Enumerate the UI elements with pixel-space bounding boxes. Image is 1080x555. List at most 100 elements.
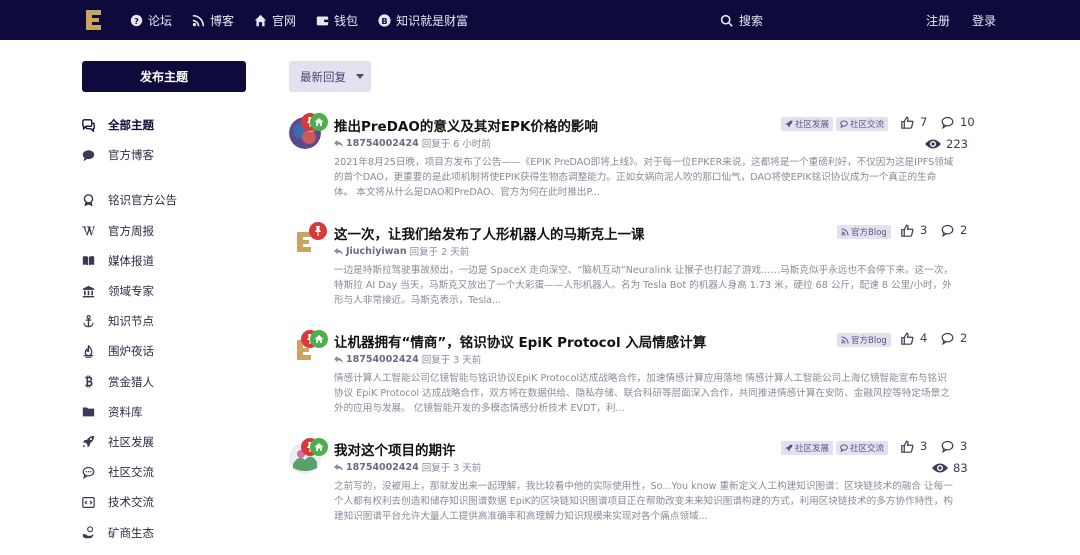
start-discussion-button[interactable]: 发布主题: [82, 61, 246, 92]
sidebar-item-label: 社区交流: [108, 465, 154, 480]
sidebar-item-label: 资料库: [108, 404, 143, 419]
tag-community-chat[interactable]: 社区交流: [836, 117, 889, 131]
tag-community-dev[interactable]: 社区发展: [781, 441, 834, 455]
rss-icon: [192, 14, 205, 26]
discussion-excerpt: 之前写的，没被用上，那就发出来一起理解，我比较看中他的实际使用性，So...Yo…: [334, 481, 953, 523]
discussion-user[interactable]: 18754002424: [346, 354, 419, 365]
rss-icon: [841, 228, 849, 236]
discussion-user[interactable]: 18754002424: [346, 138, 419, 149]
tag-official-blog[interactable]: 官方Blog: [837, 225, 891, 239]
discussion-title[interactable]: 我对这个项目的期许: [334, 439, 456, 459]
nav-forum[interactable]: ? 论坛: [130, 0, 172, 40]
nav-knowledge-wealth[interactable]: B 知识就是财富: [378, 0, 468, 40]
sidebar-item-library[interactable]: 资料库: [82, 397, 252, 427]
discussion-meta: Jiuchiyiwan 回复于 2 天前: [334, 244, 469, 258]
login-link[interactable]: 登录: [972, 12, 996, 29]
like-count[interactable]: 3: [901, 223, 927, 237]
sidebar-item-experts[interactable]: 领域专家: [82, 276, 252, 306]
top-navbar: ? 论坛 博客 官网 钱包 B 知识就是财富 搜索 注册 登录: [0, 0, 1080, 40]
tag-label: 社区发展: [795, 120, 830, 130]
primary-nav: ? 论坛 博客 官网 钱包 B 知识就是财富: [130, 0, 488, 40]
sidebar-item-announcements[interactable]: 铭识官方公告: [82, 185, 252, 215]
like-count[interactable]: 3: [901, 439, 927, 453]
tag-label: 社区发展: [795, 444, 830, 454]
nav-blog-label: 博客: [210, 13, 235, 28]
tag-official-blog[interactable]: 官方Blog: [837, 333, 891, 347]
nav-website[interactable]: 官网: [254, 0, 296, 40]
tag-label: 官方Blog: [851, 228, 887, 238]
home-icon: [314, 118, 324, 126]
sidebar-item-weekly[interactable]: 官方周报: [82, 216, 252, 246]
sidebar-item-label: 矿商生态: [108, 525, 154, 540]
sidebar-item-knowledge-nodes[interactable]: 知识节点: [82, 306, 252, 336]
discussion-title[interactable]: 推出PreDAO的意义及其对EPK价格的影响: [334, 115, 598, 135]
thumbtack-icon: [315, 226, 321, 236]
official-badge: [310, 113, 328, 131]
discussion-list-item[interactable]: 这一次，让我们给发布了人形机器人的马斯克上一课 Jiuchiyiwan 回复于 …: [289, 222, 979, 318]
sidebar-item-miners[interactable]: 矿商生态: [82, 517, 252, 547]
home-icon: [314, 335, 324, 343]
reply-count-value: 2: [960, 331, 968, 345]
reply-icon: [334, 139, 343, 147]
rocket-icon: [82, 436, 95, 448]
discussion-meta: 18754002424 回复于 6 小时前: [334, 136, 491, 150]
question-circle-icon: ?: [130, 14, 143, 26]
sidebar-item-community-dev[interactable]: 社区发展: [82, 427, 252, 457]
thumbs-up-icon: [901, 116, 914, 129]
sidebar-item-tech[interactable]: 技术交流: [82, 487, 252, 517]
sort-label: 最新回复: [300, 69, 346, 84]
epik-logo[interactable]: [84, 7, 104, 33]
sidebar-item-label: 领域专家: [108, 284, 154, 299]
tag-list: 社区发展 社区交流: [781, 441, 889, 455]
sort-dropdown[interactable]: 最新回复: [289, 61, 371, 92]
sidebar-item-fireside[interactable]: 围炉夜话: [82, 336, 252, 366]
reply-count-value: 2: [960, 223, 968, 237]
like-count[interactable]: 4: [901, 331, 927, 345]
tag-community-chat[interactable]: 社区交流: [836, 441, 889, 455]
comments-icon: [82, 118, 95, 132]
like-count-value: 3: [920, 439, 928, 453]
svg-text:B: B: [381, 15, 387, 25]
sidebar-item-label: 围炉夜话: [108, 344, 154, 359]
discussion-time: 回复于 3 天前: [421, 463, 482, 474]
search-label: 搜索: [739, 13, 764, 28]
comment-icon: [941, 224, 954, 237]
discussion-user[interactable]: 18754002424: [346, 462, 419, 473]
like-count[interactable]: 7: [901, 115, 927, 129]
eye-icon: [932, 463, 948, 473]
register-link[interactable]: 注册: [926, 12, 950, 29]
bitcoin-icon: B: [378, 13, 391, 27]
discussion-list-item[interactable]: 我对这个项目的期许 18754002424 回复于 3 天前 之前写的，没被用上…: [289, 438, 979, 551]
search-icon: [720, 14, 733, 27]
nav-wallet[interactable]: 钱包: [316, 0, 358, 40]
sidebar-item-label: 知识节点: [108, 314, 154, 329]
discussion-title[interactable]: 这一次，让我们给发布了人形机器人的马斯克上一课: [334, 223, 645, 243]
discussion-list-item[interactable]: 推出PreDAO的意义及其对EPK价格的影响 18754002424 回复于 6…: [289, 113, 979, 210]
sidebar-item-label: 官方周报: [108, 223, 154, 238]
home-icon: [254, 14, 267, 26]
sidebar-item-all-topics[interactable]: 全部主题: [82, 110, 252, 140]
nav-forum-label: 论坛: [148, 13, 173, 28]
discussion-list-item[interactable]: 让机器拥有“情商”，铭识协议 EpiK Protocol 入局情感计算 1875…: [289, 330, 979, 426]
anchor-icon: [83, 314, 94, 327]
tag-community-dev[interactable]: 社区发展: [781, 117, 834, 131]
sidebar-item-official-blog[interactable]: 官方博客: [82, 140, 252, 170]
tag-label: 社区交流: [850, 444, 885, 454]
sidebar-item-bounty[interactable]: 赏金猎人: [82, 367, 252, 397]
nav-blog[interactable]: 博客: [192, 0, 234, 40]
sidebar-item-media[interactable]: 媒体报道: [82, 246, 252, 276]
chat-icon: [840, 120, 848, 128]
discussion-user[interactable]: Jiuchiyiwan: [346, 246, 407, 257]
sidebar-item-community-chat[interactable]: 社区交流: [82, 457, 252, 487]
reply-count-value: 10: [960, 115, 975, 129]
nav-website-label: 官网: [272, 13, 297, 28]
home-icon: [314, 443, 324, 451]
discussion-title[interactable]: 让机器拥有“情商”，铭识协议 EpiK Protocol 入局情感计算: [334, 331, 706, 351]
search-button[interactable]: 搜索: [720, 0, 763, 40]
comment-icon: [941, 440, 954, 453]
discussion-excerpt: 情感计算人工智能公司亿镜智能与铭识协议EpiK Protocol达成战略合作，加…: [334, 373, 950, 415]
reply-icon: [334, 463, 343, 471]
rss-icon: [841, 336, 849, 344]
reply-count: 2: [941, 223, 967, 237]
discussion-time: 回复于 2 天前: [409, 247, 470, 258]
